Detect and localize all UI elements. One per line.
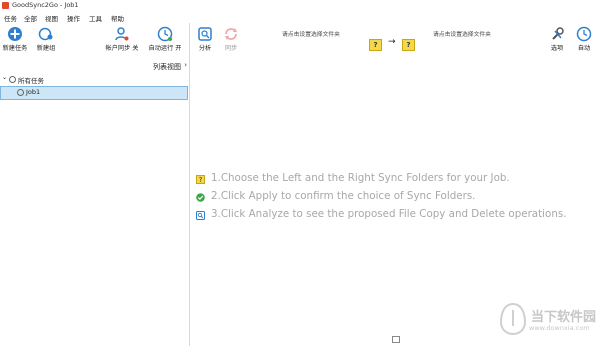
svg-text:?: ? bbox=[199, 176, 203, 184]
menu-bar: 任务 全部 视图 操作 工具 帮助 bbox=[0, 12, 600, 23]
watermark-subtitle: www.downxia.com bbox=[529, 324, 590, 332]
new-job-button[interactable]: 新建任务 bbox=[0, 26, 30, 52]
watermark-title: 当下软件园 bbox=[531, 310, 597, 325]
auto-run-label: 自动运行 开 bbox=[148, 45, 182, 52]
account-sync-button[interactable]: 帐户同步 关 bbox=[102, 26, 142, 52]
menu-all[interactable]: 全部 bbox=[24, 13, 37, 23]
analyze-icon bbox=[196, 211, 205, 220]
new-group-icon bbox=[38, 27, 53, 41]
sync-button[interactable]: 同步 bbox=[220, 26, 242, 52]
job-list-pane: 列表视图 › ⌄ 所有任务 Job1 bbox=[0, 61, 190, 346]
circle-icon bbox=[17, 89, 24, 96]
job-item[interactable]: Job1 bbox=[0, 86, 188, 100]
title-bar: GoodSync2Go - Job1 bbox=[0, 0, 600, 12]
clock-icon bbox=[157, 26, 173, 42]
auto-label: 自动 bbox=[577, 45, 591, 52]
user-icon bbox=[115, 27, 129, 41]
instruction-step-3: 3.Click Analyze to see the proposed File… bbox=[211, 208, 567, 220]
menu-tools[interactable]: 工具 bbox=[89, 13, 102, 23]
menu-action[interactable]: 操作 bbox=[67, 13, 80, 23]
analyze-label: 分析 bbox=[198, 45, 212, 52]
left-folder-hint[interactable]: 请点击设置选择文件夹 bbox=[282, 29, 340, 38]
options-label: 选项 bbox=[550, 45, 564, 52]
right-folder-hint[interactable]: 请点击设置选择文件夹 bbox=[433, 29, 491, 38]
auto-run-button[interactable]: 自动运行 开 bbox=[145, 26, 185, 52]
auto-button[interactable]: 自动 bbox=[573, 26, 595, 52]
new-group-button[interactable]: 新建组 bbox=[33, 26, 59, 52]
menu-view[interactable]: 视图 bbox=[45, 13, 58, 23]
right-folder-box[interactable]: ? bbox=[402, 39, 415, 51]
toolbar-right: 分析 同步 请点击设置选择文件夹 ? → ? 请点击设置选择文件夹 选项 自动 bbox=[190, 23, 600, 61]
account-sync-label: 帐户同步 关 bbox=[105, 45, 139, 52]
left-folder-box[interactable]: ? bbox=[369, 39, 382, 51]
wrench-icon bbox=[552, 27, 564, 40]
folder-question-icon: ? bbox=[196, 175, 205, 184]
list-view-toggle[interactable]: 列表视图 bbox=[153, 62, 181, 72]
plus-icon bbox=[8, 27, 22, 41]
new-job-label: 新建任务 bbox=[2, 45, 28, 52]
all-jobs-item[interactable]: ⌄ 所有任务 bbox=[0, 73, 186, 85]
collapse-icon[interactable]: ⌄ bbox=[2, 74, 7, 81]
instruction-step-2: 2.Click Apply to confirm the choice of S… bbox=[211, 190, 476, 202]
watermark-logo-icon bbox=[499, 302, 527, 336]
new-group-label: 新建组 bbox=[36, 45, 56, 52]
watermark: 当下软件园 www.downxia.com bbox=[499, 300, 597, 340]
chevron-right-icon[interactable]: › bbox=[184, 61, 187, 69]
analyze-icon bbox=[198, 27, 212, 41]
circle-icon bbox=[9, 76, 16, 83]
main-pane: ? 1.Choose the Left and the Right Sync F… bbox=[190, 61, 600, 346]
job-label: Job1 bbox=[26, 88, 41, 96]
instruction-step-1: 1.Choose the Left and the Right Sync Fol… bbox=[211, 172, 510, 184]
menu-help[interactable]: 帮助 bbox=[111, 13, 124, 23]
sync-icon bbox=[225, 28, 237, 40]
sync-label: 同步 bbox=[224, 45, 238, 52]
analyze-button[interactable]: 分析 bbox=[194, 26, 216, 52]
options-button[interactable]: 选项 bbox=[546, 26, 568, 52]
clock-icon bbox=[576, 26, 592, 42]
all-jobs-label: 所有任务 bbox=[18, 77, 44, 85]
resize-handle[interactable] bbox=[392, 336, 400, 343]
menu-task[interactable]: 任务 bbox=[4, 13, 17, 23]
app-icon bbox=[2, 2, 9, 9]
check-circle-icon bbox=[196, 193, 205, 202]
arrow-right-icon: → bbox=[388, 37, 396, 47]
window-title: GoodSync2Go - Job1 bbox=[12, 1, 79, 9]
toolbar-left: 新建任务 新建组 帐户同步 关 自动运行 开 bbox=[0, 23, 190, 61]
